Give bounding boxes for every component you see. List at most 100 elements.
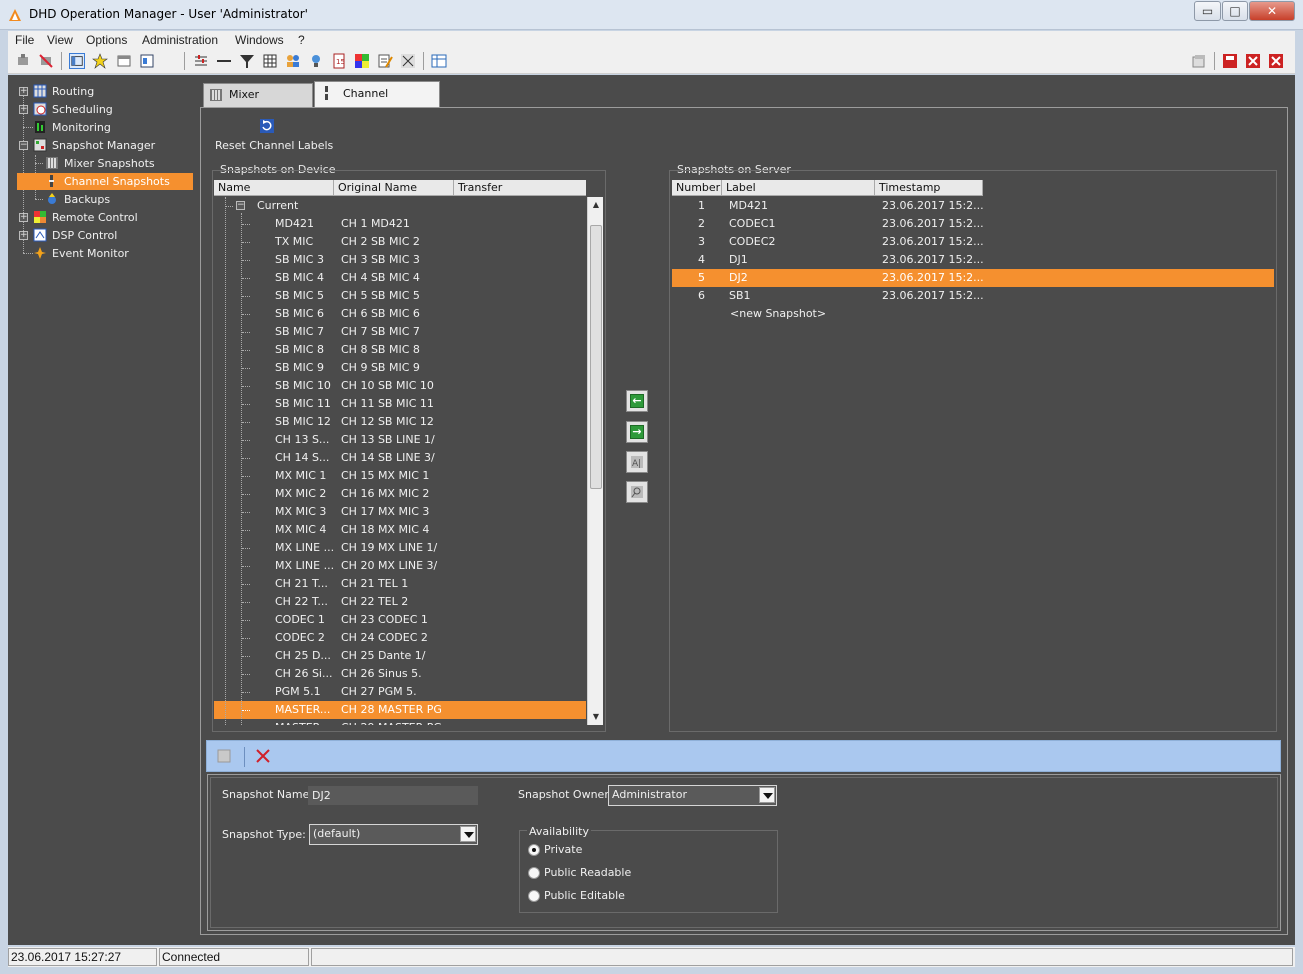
device-table-row[interactable]: SB MIC 5 CH 5 SB MIC 5 [214, 287, 586, 305]
device-table-row[interactable]: CH 21 T... CH 21 TEL 1 [214, 575, 586, 593]
cancel-icon[interactable] [255, 748, 271, 764]
column-timestamp[interactable]: Timestamp [875, 180, 983, 196]
tab-channel-snapshots[interactable]: Channel Snapshots [314, 81, 440, 122]
menu-administration[interactable]: Administration [142, 33, 218, 47]
expand-toggle[interactable]: + [19, 213, 28, 222]
availability-public-editable-label[interactable]: Public Editable [544, 889, 625, 902]
restore-pane-icon[interactable] [1191, 53, 1207, 69]
edit-list-icon[interactable] [377, 53, 393, 69]
grid-icon[interactable] [262, 53, 278, 69]
minimize-button[interactable]: ▭ [1194, 1, 1221, 21]
chevron-down-icon[interactable] [460, 826, 476, 842]
close-all-icon[interactable] [1268, 53, 1284, 69]
column-label[interactable]: Label [722, 180, 875, 196]
device-table-row[interactable]: MD421 CH 1 MD421 [214, 215, 586, 233]
expand-toggle[interactable]: + [19, 231, 28, 240]
device-table-row[interactable]: SB MIC 7 CH 7 SB MIC 7 [214, 323, 586, 341]
device-table-row[interactable]: SB MIC 12 CH 12 SB MIC 12 [214, 413, 586, 431]
transfer-to-device-button[interactable]: ← [626, 390, 648, 412]
disconnect-icon[interactable] [38, 53, 54, 69]
device-table-row[interactable]: MX LINE ... CH 20 MX LINE 3/ [214, 557, 586, 575]
scrollbar-thumb[interactable] [590, 225, 602, 489]
scroll-up-icon[interactable]: ▲ [588, 197, 604, 213]
device-table-row[interactable]: SB MIC 11 CH 11 SB MIC 11 [214, 395, 586, 413]
save-icon[interactable] [217, 749, 231, 763]
nav-item-snapshot-manager[interactable]: Snapshot Manager [52, 137, 155, 154]
device-table-row[interactable]: MX LINE ... CH 19 MX LINE 1/ [214, 539, 586, 557]
close-window-button[interactable]: ✕ [1249, 1, 1295, 21]
device-table-row[interactable]: SB MIC 9 CH 9 SB MIC 9 [214, 359, 586, 377]
nav-item-remote-control[interactable]: Remote Control [52, 209, 138, 226]
nav-item-routing[interactable]: Routing [52, 83, 94, 100]
device-table-row[interactable]: CODEC 1 CH 23 CODEC 1 [214, 611, 586, 629]
snapshot-owner-select[interactable]: Administrator [608, 785, 777, 806]
collapse-toggle[interactable]: − [236, 201, 245, 210]
column-transfer[interactable]: Transfer [454, 180, 586, 196]
snapshot-name-input[interactable]: DJ2 [308, 786, 478, 805]
device-table-row[interactable]: CH 25 D... CH 25 Dante 1/ [214, 647, 586, 665]
save-red-icon[interactable] [1222, 53, 1238, 69]
nav-item-monitoring[interactable]: Monitoring [52, 119, 111, 136]
device-table-row[interactable]: SB MIC 6 CH 6 SB MIC 6 [214, 305, 586, 323]
nav-item-dsp-control[interactable]: DSP Control [52, 227, 117, 244]
users-icon[interactable] [285, 53, 301, 69]
chevron-down-icon[interactable] [759, 787, 775, 803]
window-icon[interactable] [116, 53, 132, 69]
availability-private-radio[interactable] [528, 844, 540, 856]
nav-item-event-monitor[interactable]: Event Monitor [52, 245, 129, 262]
device-table-row[interactable]: CH 13 S... CH 13 SB LINE 1/ [214, 431, 586, 449]
availability-public-readable-radio[interactable] [528, 867, 540, 879]
server-table-row[interactable]: 5 DJ2 23.06.2017 15:2... [672, 269, 1274, 287]
column-original-name[interactable]: Original Name [334, 180, 454, 196]
server-table-row[interactable]: 4 DJ1 23.06.2017 15:2... [672, 251, 1274, 269]
color-grid-icon[interactable] [354, 53, 370, 69]
menu-windows[interactable]: Windows [235, 33, 284, 47]
device-table-row[interactable]: CODEC 2 CH 24 CODEC 2 [214, 629, 586, 647]
nav-item-channel-snapshots[interactable]: Channel Snapshots [64, 173, 170, 190]
server-table-row[interactable]: 6 SB1 23.06.2017 15:2... [672, 287, 1274, 305]
snapshot-type-select[interactable]: (default) [309, 824, 478, 845]
reset-channel-labels-button[interactable]: Reset Channel Labels [215, 139, 333, 152]
server-table-row[interactable]: 1 MD421 23.06.2017 15:2... [672, 197, 1274, 215]
search-button[interactable] [626, 481, 648, 503]
device-table-row[interactable]: MX MIC 4 CH 18 MX MIC 4 [214, 521, 586, 539]
availability-public-readable-label[interactable]: Public Readable [544, 866, 631, 879]
nav-item-scheduling[interactable]: Scheduling [52, 101, 113, 118]
connect-icon[interactable] [15, 53, 31, 69]
tab-mixer-snapshots[interactable]: Mixer Snapshots [203, 83, 313, 123]
device-table-row[interactable]: MX MIC 3 CH 17 MX MIC 3 [214, 503, 586, 521]
document-icon[interactable]: 15 [331, 53, 347, 69]
line-icon[interactable] [216, 53, 232, 69]
device-table-row[interactable]: SB MIC 3 CH 3 SB MIC 3 [214, 251, 586, 269]
availability-public-editable-radio[interactable] [528, 890, 540, 902]
reset-labels-icon[interactable] [259, 118, 275, 134]
favorites-star-icon[interactable] [92, 53, 108, 69]
device-table-row[interactable]: MX MIC 2 CH 16 MX MIC 2 [214, 485, 586, 503]
column-name[interactable]: Name [214, 180, 334, 196]
trophy-icon[interactable] [308, 53, 324, 69]
new-snapshot-row[interactable]: <new Snapshot> [672, 305, 982, 323]
device-table-row[interactable]: CH 14 S... CH 14 SB LINE 3/ [214, 449, 586, 467]
maximize-button[interactable]: □ [1222, 1, 1248, 21]
availability-private-label[interactable]: Private [544, 843, 582, 856]
device-table-row[interactable]: MASTER... CH 28 MASTER PG [214, 701, 586, 719]
panel-icon[interactable] [139, 53, 155, 69]
menu-file[interactable]: File [15, 33, 34, 47]
device-table-row[interactable]: CH 26 Si... CH 26 Sinus 5. [214, 665, 586, 683]
device-table-row[interactable]: TX MIC CH 2 SB MIC 2 [214, 233, 586, 251]
device-table-row[interactable]: MX MIC 1 CH 15 MX MIC 1 [214, 467, 586, 485]
expand-toggle[interactable]: + [19, 87, 28, 96]
table-view-icon[interactable] [431, 53, 447, 69]
close-pane-icon[interactable] [1245, 53, 1261, 69]
collapse-toggle[interactable]: − [19, 141, 28, 150]
nav-item-mixer-snapshots[interactable]: Mixer Snapshots [64, 155, 155, 172]
device-table-row[interactable]: SB MIC 10 CH 10 SB MIC 10 [214, 377, 586, 395]
device-table-row[interactable]: SB MIC 4 CH 4 SB MIC 4 [214, 269, 586, 287]
rename-button[interactable]: A| [626, 451, 648, 473]
layout-icon[interactable] [69, 53, 85, 69]
server-table-row[interactable]: 2 CODEC1 23.06.2017 15:2... [672, 215, 1274, 233]
transfer-to-server-button[interactable]: → [626, 421, 648, 443]
server-table-row[interactable]: 3 CODEC2 23.06.2017 15:2... [672, 233, 1274, 251]
device-table-row[interactable]: PGM 5.1 CH 27 PGM 5. [214, 683, 586, 701]
nav-item-backups[interactable]: Backups [64, 191, 110, 208]
